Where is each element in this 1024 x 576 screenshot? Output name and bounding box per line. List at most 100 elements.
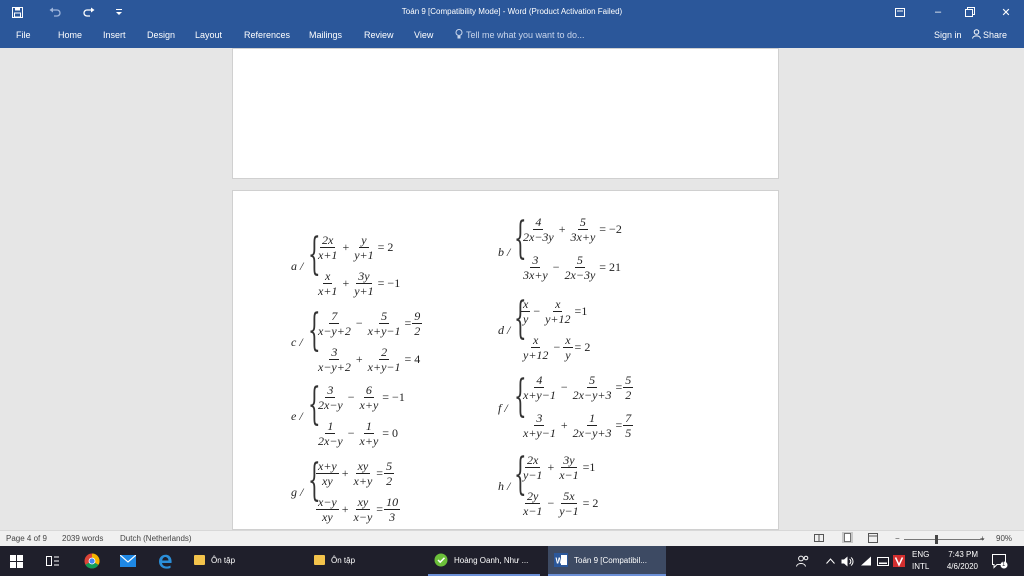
clock-date: 4/6/2020	[946, 562, 978, 571]
taskbar-app-label: Ôn tập	[211, 555, 236, 565]
title-bar: Toán 9 [Compatibility Mode] - Word (Prod…	[0, 0, 1024, 24]
language-indicator[interactable]: Dutch (Netherlands)	[120, 534, 192, 543]
equation-label: f /	[498, 401, 508, 415]
share-label: Share	[983, 30, 1008, 40]
equation-system-b: b / { 4 2x−3y + 5 3x+y = −2 3 3x+y − 5 2x−3y…	[498, 213, 718, 293]
equation-row: 3 x−y+2 + 2 x+y−1 = 4	[318, 345, 421, 374]
equation-row: x+y xy + xy x+y = 52	[316, 459, 395, 488]
equation-row: 2y x−1 − 5x y−1 = 2	[523, 489, 599, 518]
chevron-up-icon[interactable]	[826, 546, 835, 576]
people-icon[interactable]	[796, 546, 810, 576]
zoom-in-button[interactable]: +	[980, 534, 985, 543]
tab-layout[interactable]: Layout	[195, 24, 222, 46]
read-mode-icon[interactable]	[814, 533, 824, 545]
equation-label: h /	[498, 479, 511, 493]
share-button[interactable]: Share	[972, 24, 1007, 46]
equation-row: 4 x+y−1 − 5 2x−y+3 = 52	[523, 373, 634, 402]
minimize-button[interactable]: –	[922, 0, 954, 24]
equation-row: x x+1 + 3y y+1 = −1	[318, 269, 401, 298]
equation-system-f: f / { 4 x+y−1 − 5 2x−y+3 = 52 3 x+y−1 + 1 2x…	[498, 371, 708, 451]
equation-system-c: c / { 7 x−y+2 − 5 x+y−1 = 92 3 x−y+2 + 2 x+y…	[291, 307, 491, 379]
sign-in-link[interactable]: Sign in	[934, 24, 962, 46]
equation-label: b /	[498, 245, 511, 259]
tab-home[interactable]: Home	[58, 24, 82, 46]
equation-label: c /	[291, 335, 303, 349]
taskbar-app-folder-1[interactable]: Ôn tập	[188, 546, 300, 576]
equation-row: xy − x y+12 =1	[521, 297, 588, 326]
zoom-slider[interactable]	[904, 539, 984, 540]
vietkey-icon[interactable]	[893, 546, 905, 576]
tab-insert[interactable]: Insert	[103, 24, 126, 46]
equation-row: x y+12 − xy = 2	[523, 333, 591, 362]
notification-center-icon[interactable]: 1	[992, 546, 1008, 576]
equation-label: e /	[291, 409, 303, 423]
zoom-level[interactable]: 90%	[996, 534, 1012, 543]
equation-row: 7 x−y+2 − 5 x+y−1 = 92	[318, 309, 423, 338]
equation-row: 1 2x−y − 1 x+y = 0	[318, 419, 399, 448]
equation-row: x−y xy + xy x−y = 10 3	[316, 495, 401, 524]
clock-time: 7:43 PM	[948, 550, 978, 559]
equation-row: 2x y−1 + 3y x−1 =1	[523, 453, 596, 482]
tab-mailings[interactable]: Mailings	[309, 24, 342, 46]
mail-icon[interactable]	[120, 546, 136, 576]
clock[interactable]: 7:43 PM 4/6/2020	[942, 546, 978, 576]
equation-label: g /	[291, 485, 304, 499]
tell-me-box[interactable]: Tell me what you want to do...	[455, 24, 585, 46]
document-page-current[interactable]: a / { 2x x+1 + y y+1 = 2 x x+1 + 3y y+1 = −1…	[232, 190, 779, 530]
document-page-previous[interactable]	[232, 48, 779, 179]
ribbon-tabs: File Home Insert Design Layout Reference…	[0, 24, 1024, 48]
tab-references[interactable]: References	[244, 24, 290, 46]
taskbar-app-label: Ôn tập	[331, 555, 356, 565]
equation-label: a /	[291, 259, 304, 273]
word-icon: W	[554, 553, 568, 567]
svg-text:W: W	[556, 557, 564, 566]
window-title: Toán 9 [Compatibility Mode] - Word (Prod…	[401, 7, 623, 16]
language-code: ENG	[912, 550, 930, 559]
taskbar: Ôn tập Ôn tập Hoàng Oanh, Như ... W Toán…	[0, 546, 1024, 576]
volume-icon[interactable]	[841, 546, 854, 576]
taskbar-app-label: Toán 9 [Compatibil...	[574, 555, 647, 565]
tab-file[interactable]: File	[16, 24, 31, 46]
taskbar-app-folder-2[interactable]: Ôn tập	[308, 546, 420, 576]
notification-count: 1	[1002, 562, 1006, 568]
person-icon	[972, 29, 981, 39]
tell-me-text: Tell me what you want to do...	[466, 30, 585, 40]
page-count[interactable]: Page 4 of 9	[6, 534, 47, 543]
wifi-icon[interactable]	[860, 546, 872, 576]
status-bar: Page 4 of 9 2039 words Dutch (Netherland…	[0, 530, 1024, 546]
equation-system-g: g / { x+y xy + xy x+y = 52 x−y xy + xy x−y =…	[291, 457, 491, 529]
lightbulb-icon	[455, 29, 463, 39]
equation-row: 4 2x−3y + 5 3x+y = −2	[523, 215, 622, 244]
word-count[interactable]: 2039 words	[62, 534, 103, 543]
taskbar-app-chat[interactable]: Hoàng Oanh, Như ...	[428, 546, 540, 576]
tab-design[interactable]: Design	[147, 24, 175, 46]
equation-row: 3 x+y−1 + 1 2x−y+3 = 75	[523, 411, 634, 440]
folder-icon	[314, 555, 325, 565]
equation-system-e: e / { 3 2x−y − 6 x+y = −1 1 2x−y − 1 x+y = 0	[291, 381, 491, 453]
restore-button[interactable]	[954, 0, 986, 24]
zoom-slider-thumb[interactable]	[935, 535, 938, 544]
web-layout-icon[interactable]	[868, 533, 878, 545]
language-switcher[interactable]: ENG INTL	[912, 546, 929, 576]
task-view-icon[interactable]	[46, 546, 59, 576]
tab-view[interactable]: View	[414, 24, 433, 46]
equation-row: 2x x+1 + y y+1 = 2	[318, 233, 394, 262]
print-layout-icon[interactable]	[842, 532, 853, 545]
equation-row: 3 2x−y − 6 x+y = −1	[318, 383, 405, 412]
ribbon-display-options-button[interactable]	[884, 0, 916, 24]
equation-label: d /	[498, 323, 511, 337]
keyboard-icon[interactable]	[877, 546, 889, 576]
tab-review[interactable]: Review	[364, 24, 394, 46]
equation-system-a: a / { 2x x+1 + y y+1 = 2 x x+1 + 3y y+1 = −1	[291, 231, 491, 303]
equation-system-h: h / { 2x y−1 + 3y x−1 =1 2y x−1 − 5x y−1 = 2	[498, 451, 698, 525]
close-button[interactable]: ✕	[990, 0, 1022, 24]
chrome-icon[interactable]	[84, 546, 100, 576]
windows-start-icon[interactable]	[10, 546, 23, 576]
equation-row: 3 3x+y − 5 2x−3y = 21	[523, 253, 622, 282]
edge-icon[interactable]	[158, 546, 173, 576]
folder-icon	[194, 555, 205, 565]
taskbar-app-word[interactable]: W Toán 9 [Compatibil...	[548, 546, 666, 576]
taskbar-app-label: Hoàng Oanh, Như ...	[454, 555, 529, 565]
chat-app-icon	[434, 553, 448, 567]
zoom-out-button[interactable]: −	[895, 534, 900, 543]
